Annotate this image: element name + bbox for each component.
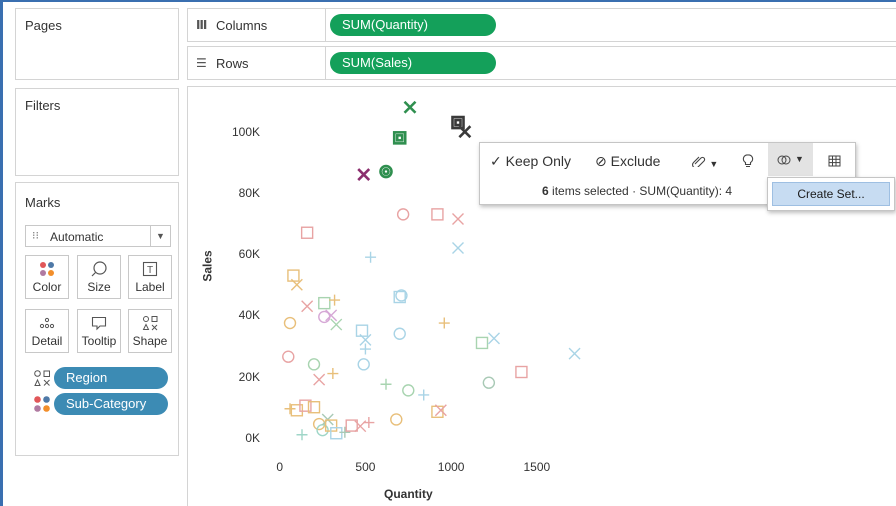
color-dots-icon	[26, 261, 68, 277]
mark-type-label: Automatic	[50, 230, 104, 244]
lightbulb-icon	[742, 154, 754, 167]
pages-title: Pages	[25, 18, 62, 33]
chevron-down-icon: ▼	[795, 154, 804, 164]
rows-label: Rows	[216, 56, 249, 71]
marks-title: Marks	[25, 195, 61, 210]
filters-card[interactable]: Filters	[15, 88, 179, 176]
x-tick-label: 1500	[523, 460, 551, 474]
y-tick-label: 40K	[238, 308, 260, 323]
shape-label: Shape	[132, 334, 168, 348]
automatic-mark-icon: ⁝⁝	[32, 230, 39, 242]
detail-dots-icon	[26, 315, 68, 331]
rows-shelf[interactable]: ☰ Rows SUM(Sales)	[187, 46, 896, 80]
region-pill[interactable]: Region	[54, 367, 168, 389]
y-tick-label: 100K	[231, 124, 260, 139]
exclude-icon: ⊘	[595, 153, 607, 169]
svg-text:T: T	[147, 265, 153, 276]
exclude-button[interactable]: ⊘ Exclude	[595, 153, 660, 170]
columns-shelf-label: Ⅲ Columns	[188, 9, 326, 41]
sum-text: · SUM(Quantity): 4	[632, 184, 733, 198]
y-tick-label: 80K	[238, 185, 260, 200]
filters-title: Filters	[25, 98, 61, 113]
marks-card: Marks ⁝⁝ Automatic ▼ Color Size T Label	[15, 182, 179, 456]
y-tick-label: 0K	[245, 430, 260, 445]
label-button[interactable]: T Label	[128, 255, 172, 299]
columns-label: Columns	[216, 18, 268, 33]
color-button[interactable]: Color	[25, 255, 69, 299]
selected-text: items selected	[552, 184, 629, 198]
sub-category-pill[interactable]: Sub-Category	[54, 393, 168, 415]
x-tick-label: 500	[355, 460, 376, 474]
y-axis-title: Sales	[200, 250, 215, 282]
shapes-icon	[129, 315, 171, 331]
view-data-button[interactable]	[828, 154, 841, 170]
exclude-label: Exclude	[610, 153, 661, 169]
y-tick-label: 20K	[238, 369, 260, 384]
size-button[interactable]: Size	[77, 255, 121, 299]
region-pill-label: Region	[66, 370, 108, 385]
sum-sales-label: SUM(Sales)	[342, 55, 413, 70]
rows-shelf-label: ☰ Rows	[188, 47, 326, 79]
venn-icon	[777, 155, 791, 165]
color-label: Color	[32, 280, 62, 294]
chevron-down-icon: ▼	[709, 159, 719, 169]
selection-summary: 6 items selected · SUM(Quantity): 4	[542, 184, 732, 198]
sub-category-pill-label: Sub-Category	[66, 396, 147, 411]
text-label-icon: T	[129, 261, 171, 277]
selected-count: 6	[542, 184, 549, 198]
size-icon	[78, 261, 120, 277]
sum-sales-pill[interactable]: SUM(Sales)	[330, 52, 496, 74]
sum-quantity-pill[interactable]: SUM(Quantity)	[330, 14, 496, 36]
mark-type-dropdown[interactable]: ⁝⁝ Automatic ▼	[25, 225, 171, 247]
detail-label: Detail	[31, 334, 63, 348]
y-tick-label: 60K	[238, 247, 260, 262]
sum-quantity-label: SUM(Quantity)	[342, 17, 428, 32]
group-button[interactable]: ▼	[692, 155, 718, 170]
tableau-app: Pages Filters Marks ⁝⁝ Automatic ▼ Color…	[0, 0, 896, 506]
set-button[interactable]: ▼	[768, 143, 813, 176]
keep-only-button[interactable]: ✓ Keep Only	[490, 153, 571, 170]
label-label: Label	[135, 280, 165, 294]
speech-bubble-icon	[78, 315, 120, 331]
paperclip-icon	[692, 156, 706, 169]
columns-shelf[interactable]: Ⅲ Columns SUM(Quantity)	[187, 8, 896, 42]
tooltip-button[interactable]: Tooltip	[77, 309, 121, 353]
shape-button[interactable]: Shape	[128, 309, 172, 353]
grid-icon	[828, 155, 841, 167]
set-menu: Create Set...	[767, 177, 895, 211]
x-tick-label: 0	[276, 460, 284, 474]
columns-icon: Ⅲ	[196, 18, 208, 32]
size-label: Size	[87, 280, 111, 294]
chevron-down-icon[interactable]: ▼	[150, 226, 170, 246]
shape-encoding-icon	[33, 369, 51, 387]
detail-button[interactable]: Detail	[25, 309, 69, 353]
create-set-menu-item[interactable]: Create Set...	[772, 182, 890, 206]
x-axis-title: Quantity	[384, 487, 433, 501]
color-encoding-icon	[33, 395, 51, 413]
x-tick-label: 1000	[437, 460, 465, 474]
tooltip-label: Tooltip	[81, 334, 117, 348]
rows-icon: ☰	[196, 56, 207, 70]
check-icon: ✓	[490, 153, 502, 169]
pages-card[interactable]: Pages	[15, 8, 179, 80]
keep-only-label: Keep Only	[505, 153, 571, 169]
hide-button[interactable]	[742, 154, 754, 171]
